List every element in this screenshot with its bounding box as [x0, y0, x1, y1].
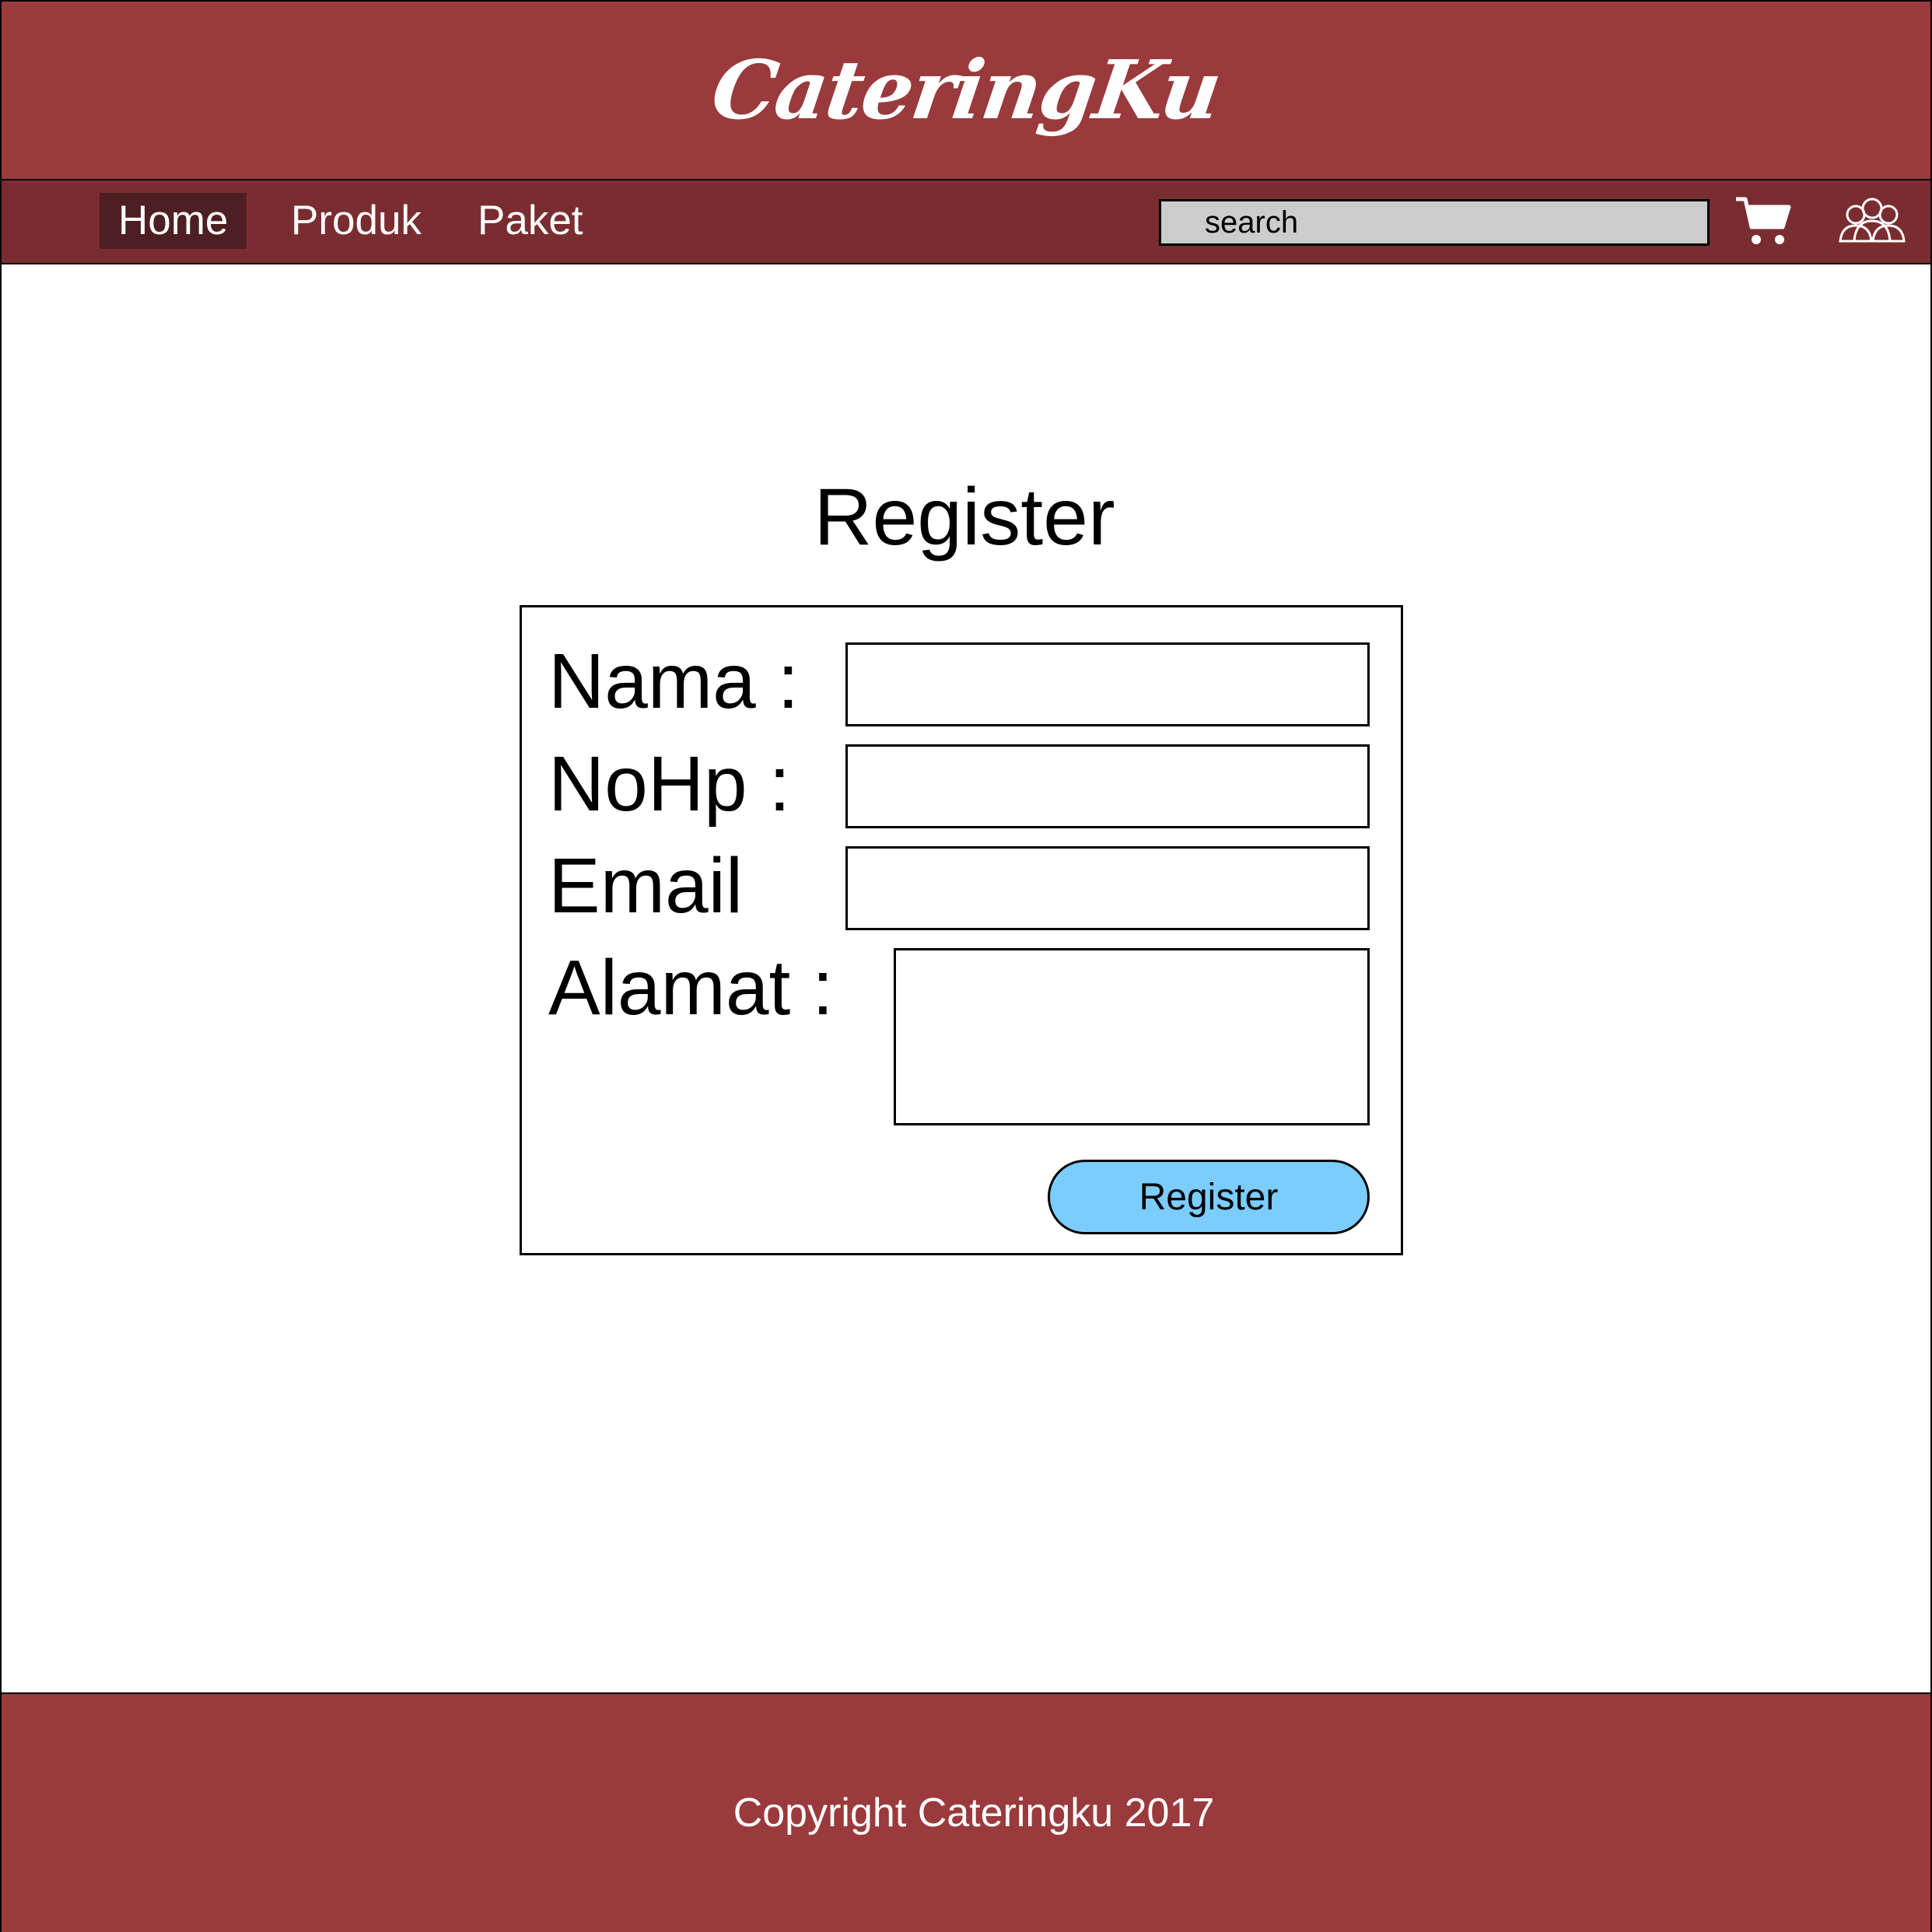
- brand-logo[interactable]: CateringKu: [0, 2, 1932, 179]
- nav-item-paket[interactable]: Paket: [459, 193, 602, 249]
- nav-item-home[interactable]: Home: [100, 193, 247, 249]
- email-input[interactable]: [845, 846, 1370, 930]
- alamat-textarea[interactable]: [894, 948, 1370, 1125]
- nama-label: Nama :: [548, 638, 800, 725]
- nohp-input[interactable]: [845, 744, 1370, 828]
- register-button[interactable]: Register: [1048, 1160, 1370, 1234]
- navbar: Home Produk Paket: [2, 180, 1930, 264]
- users-icon[interactable]: [1839, 198, 1906, 248]
- header: CateringKu: [2, 2, 1930, 180]
- cart-icon[interactable]: [1734, 196, 1792, 251]
- nav-item-produk[interactable]: Produk: [272, 193, 440, 249]
- email-label: Email: [548, 842, 744, 929]
- footer: Copyright Cateringku 2017: [2, 1692, 1930, 1932]
- alamat-label: Alamat :: [548, 944, 834, 1031]
- search-input[interactable]: [1159, 199, 1710, 246]
- page-title: Register: [814, 472, 1115, 562]
- register-form: Nama : NoHp : Email Alamat : Register: [520, 605, 1403, 1255]
- nohp-label: NoHp :: [548, 740, 791, 828]
- copyright-text: Copyright Cateringku 2017: [733, 1790, 1215, 1836]
- nama-input[interactable]: [845, 642, 1370, 726]
